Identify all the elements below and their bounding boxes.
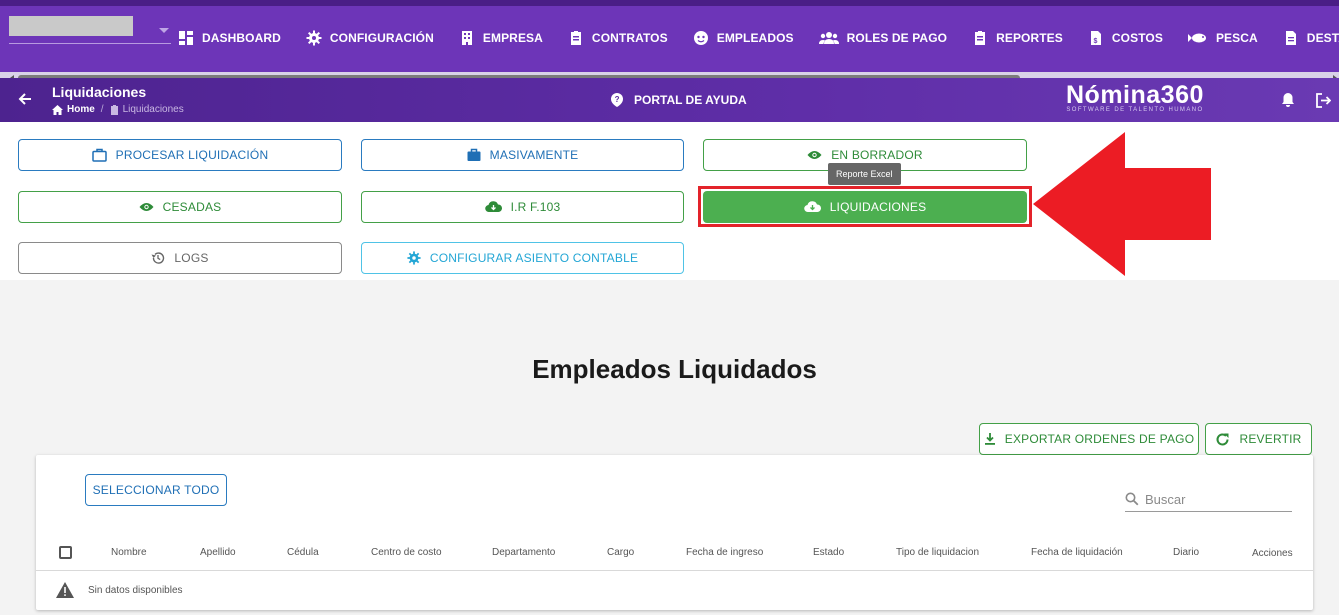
section-title: Empleados Liquidados (532, 354, 817, 384)
page-header: Liquidaciones Home / Liquidaciones ? POR… (0, 78, 1339, 122)
logout-icon[interactable] (1316, 93, 1331, 108)
nav-item-label: DESTAJO (1306, 31, 1339, 45)
nav-item-roles-de-pago[interactable]: ROLES DE PAGO (818, 30, 948, 46)
group-icon (818, 32, 839, 44)
breadcrumb: Home / Liquidaciones (52, 104, 184, 115)
empty-state-text: Sin datos disponibles (88, 584, 183, 596)
company-name-redacted (9, 16, 133, 36)
masivamente-button[interactable]: MASIVAMENTE (361, 139, 684, 171)
select-all-button[interactable]: SELECCIONAR TODO (85, 474, 227, 506)
search-icon (1125, 492, 1139, 506)
exportar-ordenes-button[interactable]: EXPORTAR ORDENES DE PAGO (979, 423, 1199, 455)
revertir-button[interactable]: REVERTIR (1205, 423, 1312, 455)
column-header[interactable]: Fecha de ingreso (686, 547, 763, 558)
nav-item-dashboard[interactable]: DASHBOARD (178, 30, 281, 46)
page-title: Liquidaciones (52, 84, 147, 100)
nav-item-pesca[interactable]: PESCA (1187, 30, 1258, 46)
highlight-box (698, 186, 1032, 227)
tooltip: Reporte Excel (828, 163, 901, 185)
nav-item-label: PESCA (1215, 31, 1258, 45)
nav-item-label: CONFIGURACIÓN (329, 31, 434, 45)
history-icon (151, 252, 165, 264)
logo-name: Nómina360 (1066, 81, 1204, 109)
column-header[interactable]: Cédula (287, 547, 319, 558)
configurar-asiento-contable-button[interactable]: CONFIGURAR ASIENTO CONTABLE (361, 242, 684, 274)
nav-item-destajo[interactable]: DESTAJO (1283, 30, 1339, 46)
briefcase-icon (467, 148, 481, 161)
column-header: Acciones (1252, 548, 1293, 559)
nav-item-label: COSTOS (1111, 31, 1163, 45)
search-input[interactable]: Buscar (1125, 487, 1292, 512)
home-icon (52, 104, 63, 115)
brand-logo: Nómina360 SOFTWARE DE TALENTO HUMANO (1066, 81, 1204, 113)
help-portal-label: PORTAL DE AYUDA (634, 93, 747, 107)
svg-text:?: ? (615, 95, 620, 104)
column-header[interactable]: Centro de costo (371, 547, 442, 558)
nav-item-costos[interactable]: $ COSTOS (1088, 30, 1163, 46)
irf-103-button[interactable]: I.R F.103 (361, 191, 684, 223)
top-navbar: DASHBOARD CONFIGURACIÓN EMPRESA CONTRATO… (0, 0, 1339, 84)
cloud-download-icon (484, 201, 502, 213)
nav-item-label: CONTRATOS (591, 31, 668, 45)
clipboard-icon (110, 104, 118, 115)
back-arrow-icon[interactable] (18, 92, 32, 106)
document-icon (1285, 31, 1296, 45)
eye-icon (139, 203, 154, 211)
empty-state: Sin datos disponibles (56, 582, 183, 598)
gear-icon (407, 251, 421, 265)
column-header[interactable]: Cargo (607, 547, 634, 558)
refresh-icon (1217, 432, 1229, 445)
logs-button[interactable]: LOGS (18, 242, 342, 274)
column-header[interactable]: Nombre (111, 547, 147, 558)
nav-item-label: EMPLEADOS (716, 31, 794, 45)
nav-item-empresa[interactable]: EMPRESA (459, 30, 543, 46)
fish-icon (1187, 33, 1206, 43)
cesadas-button[interactable]: CESADAS (18, 191, 342, 223)
help-portal-link[interactable]: ? PORTAL DE AYUDA (610, 93, 747, 107)
column-header[interactable]: Diario (1173, 547, 1199, 558)
column-header[interactable]: Estado (813, 547, 844, 558)
eye-icon (807, 151, 822, 159)
select-all-checkbox[interactable] (59, 546, 72, 559)
procesar-liquidacion-button[interactable]: PROCESAR LIQUIDACIÓN (18, 139, 342, 171)
clipboard-icon (975, 31, 986, 45)
column-header[interactable]: Apellido (200, 547, 236, 558)
nav-item-reportes[interactable]: REPORTES (972, 30, 1063, 46)
nav-item-contratos[interactable]: CONTRATOS (568, 30, 668, 46)
bell-icon[interactable] (1280, 92, 1296, 108)
nav-item-label: REPORTES (996, 31, 1063, 45)
breadcrumb-current: Liquidaciones (122, 104, 184, 115)
svg-text:$: $ (1093, 38, 1097, 45)
face-icon (693, 31, 708, 45)
building-icon (461, 31, 472, 45)
help-icon: ? (611, 93, 623, 107)
logo-tagline: SOFTWARE DE TALENTO HUMANO (1066, 107, 1204, 113)
employees-table-card: SELECCIONAR TODO Buscar Nombre Apellido … (36, 455, 1313, 610)
nav-item-empleados[interactable]: EMPLEADOS (693, 30, 794, 46)
briefcase-outline-icon (91, 148, 107, 162)
column-header[interactable]: Departamento (492, 547, 555, 558)
nav-item-label: DASHBOARD (202, 31, 281, 45)
breadcrumb-separator: / (100, 104, 104, 115)
dashboard-icon (179, 31, 193, 45)
clipboard-icon (570, 31, 581, 45)
breadcrumb-home[interactable]: Home (67, 104, 95, 115)
search-placeholder: Buscar (1145, 491, 1186, 507)
chevron-down-icon (159, 28, 169, 33)
nav-item-label: ROLES DE PAGO (846, 31, 948, 45)
warning-icon (56, 582, 74, 598)
column-header[interactable]: Tipo de liquidacion (896, 547, 979, 558)
download-icon (984, 433, 995, 445)
table-header: Nombre Apellido Cédula Centro de costo D… (36, 535, 1313, 571)
file-dollar-icon: $ (1090, 31, 1101, 45)
column-header[interactable]: Fecha de liquidación (1031, 547, 1123, 558)
company-selector[interactable] (9, 16, 171, 44)
nav-item-label: EMPRESA (482, 31, 543, 45)
nav-item-configuracion[interactable]: CONFIGURACIÓN (306, 30, 434, 46)
red-arrow-annotation (1033, 132, 1211, 276)
gear-icon (306, 30, 322, 46)
